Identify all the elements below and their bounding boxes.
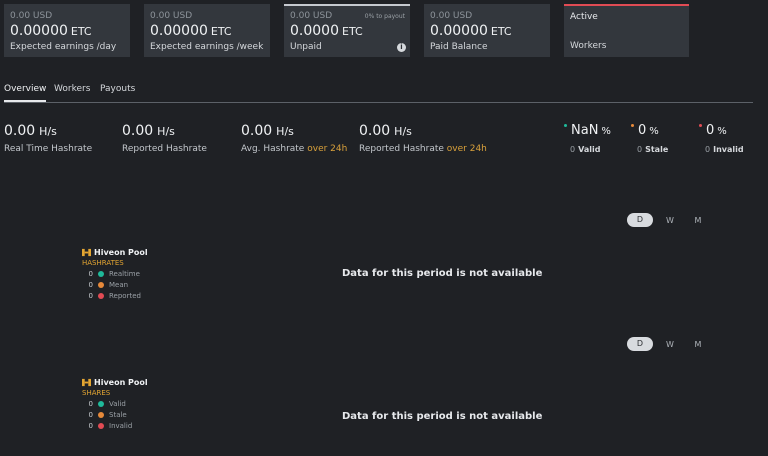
mean-dot-icon: [98, 282, 104, 288]
period-week-option[interactable]: W: [659, 340, 681, 349]
share-count: 0: [570, 145, 576, 154]
card-label: Expected earnings /week: [150, 42, 264, 52]
stat-unit: H/s: [39, 125, 57, 138]
unpaid-card: 0.00 USD 0% to payout 0.0000 ETC Unpaid i: [284, 4, 410, 57]
period-day-option[interactable]: D: [627, 213, 653, 227]
share-label: Valid: [578, 145, 601, 154]
invalid-dot-icon: [699, 124, 702, 127]
share-percent: NaN: [571, 123, 599, 138]
stat-value: 0.00: [359, 123, 391, 139]
stat-label: Real Time Hashrate: [4, 144, 93, 154]
hashrate-legend: Hiveon Pool HASHRATES 0 Realtime 0 Mean 0R…: [82, 248, 148, 300]
stat-period: over 24h: [307, 144, 348, 154]
stat-unit: H/s: [394, 125, 412, 138]
period-day-option[interactable]: D: [627, 337, 653, 351]
period-month-option[interactable]: M: [687, 216, 709, 225]
reported-dot-icon: [98, 293, 104, 299]
share-label: Stale: [645, 145, 669, 154]
legend-row: 0 Mean: [88, 281, 129, 289]
stat-value: 0.00: [241, 123, 273, 139]
stat-reported-hashrate: 0.00 H/s Reported Hashrate: [122, 122, 207, 155]
paid-balance-card: 0.00 USD 0.00000 ETC Paid Balance: [424, 4, 550, 57]
stat-value: 0.00: [122, 123, 154, 139]
stat-reported-hashrate-24h: 0.00 H/s Reported Hashrate over 24h: [359, 122, 487, 155]
period-week-option[interactable]: W: [659, 216, 681, 225]
usd-value: 0.00 USD: [430, 11, 473, 21]
share-percent: 0: [638, 123, 647, 138]
shares-invalid: 0% 0 Invalid: [699, 122, 744, 154]
legend-title: HASHRATES: [82, 259, 124, 267]
shares-stale: 0% 0 Stale: [631, 122, 668, 154]
etc-amount: 0.00000 ETC: [430, 23, 512, 39]
usd-value: 0.00 USD: [10, 11, 53, 21]
card-label: Unpaid: [290, 42, 322, 52]
valid-dot-icon: [98, 401, 104, 407]
tab-overview[interactable]: Overview: [4, 84, 47, 102]
realtime-dot-icon: [98, 271, 104, 277]
tab-workers[interactable]: Workers: [54, 84, 90, 100]
expected-day-card: 0.00 USD 0.00000 ETC Expected earnings /d…: [4, 4, 130, 57]
shares-legend: Hiveon Pool SHARES 0 Valid 0 Stale 0 Invali…: [82, 378, 148, 430]
stat-label: Reported Hashrate: [122, 144, 207, 154]
shares-valid: NaN% 0 Valid: [564, 122, 611, 154]
share-label: Invalid: [713, 145, 744, 154]
legend-title: SHARES: [82, 389, 111, 397]
share-count: 0: [637, 145, 643, 154]
legend-row: 0 Valid: [88, 400, 126, 408]
stat-unit: H/s: [157, 125, 175, 138]
brand: Hiveon Pool: [82, 378, 148, 387]
legend-row: 0 Stale: [88, 411, 127, 419]
legend-row: 0 Reported: [88, 292, 141, 300]
brand: Hiveon Pool: [82, 248, 148, 257]
legend-row: 0 Invalid: [88, 422, 133, 430]
workers-card[interactable]: Active Workers: [564, 4, 689, 57]
workers-label: Workers: [570, 41, 607, 51]
shares-period-toggle: D W M: [627, 337, 715, 351]
shares-no-data-message: Data for this period is not available: [342, 411, 543, 422]
stat-realtime-hashrate: 0.00 H/s Real Time Hashrate: [4, 122, 92, 155]
stat-period: over 24h: [446, 144, 487, 154]
valid-dot-icon: [564, 124, 567, 127]
info-icon[interactable]: i: [397, 43, 406, 52]
stale-dot-icon: [631, 124, 634, 127]
share-percent: 0: [706, 123, 715, 138]
tab-bar: Overview Workers Payouts: [4, 84, 753, 103]
stat-label: Reported Hashrate: [359, 144, 444, 154]
hashrate-period-toggle: D W M: [627, 213, 715, 227]
card-label: Expected earnings /day: [10, 42, 117, 52]
card-label: Paid Balance: [430, 42, 488, 52]
share-count: 0: [705, 145, 711, 154]
etc-amount: 0.00000 ETC: [150, 23, 232, 39]
brand-name: Hiveon Pool: [94, 378, 148, 387]
payout-progress: 0% to payout: [364, 13, 405, 20]
invalid-dot-icon: [98, 423, 104, 429]
period-month-option[interactable]: M: [687, 340, 709, 349]
etc-amount: 0.0000 ETC: [290, 23, 363, 39]
hashrate-no-data-message: Data for this period is not available: [342, 268, 543, 279]
hiveon-logo-icon: [82, 378, 91, 387]
stat-label: Avg. Hashrate: [241, 144, 305, 154]
stale-dot-icon: [98, 412, 104, 418]
expected-week-card: 0.00 USD 0.00000 ETC Expected earnings /w…: [144, 4, 270, 57]
brand-name: Hiveon Pool: [94, 248, 148, 257]
hiveon-logo-icon: [82, 248, 91, 257]
usd-value: 0.00 USD: [150, 11, 193, 21]
stat-value: 0.00: [4, 123, 36, 139]
stat-unit: H/s: [276, 125, 294, 138]
active-label: Active: [570, 12, 598, 22]
stat-avg-hashrate: 0.00 H/s Avg. Hashrate over 24h: [241, 122, 347, 155]
summary-cards: 0.00 USD 0.00000 ETC Expected earnings /d…: [4, 4, 689, 57]
etc-amount: 0.00000 ETC: [10, 23, 92, 39]
legend-row: 0 Realtime: [88, 270, 140, 278]
tab-payouts[interactable]: Payouts: [100, 84, 135, 100]
